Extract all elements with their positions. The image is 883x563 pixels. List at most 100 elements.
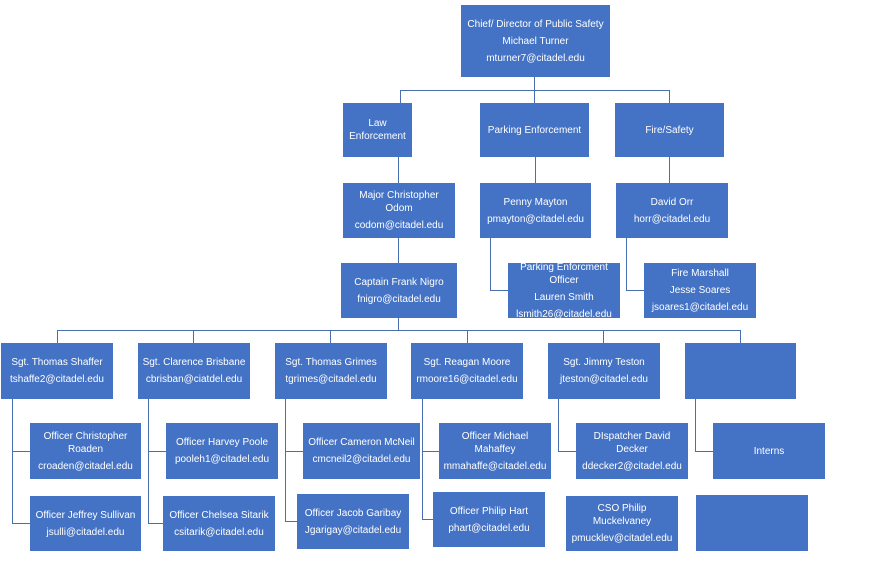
connector-line: [740, 330, 741, 343]
node-label: Officer Jeffrey Sullivan: [35, 509, 136, 521]
node-label: Officer Cameron McNeil: [308, 437, 415, 448]
node-email: rmoore16@citadel.edu: [416, 374, 518, 385]
connector-line: [398, 318, 399, 330]
node-email: pooleh1@citadel.edu: [174, 454, 270, 465]
org-node-muckelvaney[interactable]: CSO Philip Muckelvaney pmucklev@citadel.e…: [566, 496, 678, 551]
org-node-garibay[interactable]: Officer Jacob Garibay Jgarigay@citadel.ed…: [297, 494, 409, 549]
connector-line: [285, 521, 297, 522]
node-label: Sgt. Thomas Shaffer: [11, 357, 103, 368]
org-node-fire[interactable]: Fire/Safety: [615, 103, 724, 157]
connector-line: [534, 77, 535, 90]
connector-line: [422, 451, 439, 452]
node-label: Penny Mayton: [503, 196, 568, 208]
connector-line: [695, 399, 696, 451]
org-node-penny[interactable]: Penny Mayton pmayton@citadel.edu: [480, 183, 591, 238]
node-label: Officer Harvey Poole: [175, 437, 269, 448]
org-node-decker[interactable]: DIspatcher David Decker ddecker2@citadel.…: [576, 423, 688, 479]
node-email: jteston@citadel.edu: [560, 374, 648, 385]
connector-line: [558, 399, 559, 451]
org-node-grimes[interactable]: Sgt. Thomas Grimes tgrimes@citadel.edu: [275, 343, 387, 399]
connector-line: [57, 330, 58, 343]
connector-line: [400, 90, 401, 103]
connector-line: [490, 290, 508, 291]
org-node-sullivan[interactable]: Officer Jeffrey Sullivan jsulli@citadel.e…: [30, 496, 141, 551]
node-label: Officer Michael Mahaffey: [461, 430, 529, 455]
connector-line: [695, 451, 713, 452]
node-label: Officer Philip Hart: [449, 505, 529, 517]
connector-line: [148, 523, 163, 524]
connector-line: [422, 519, 433, 520]
node-email: cbrisban@ciatdel.edu: [145, 374, 243, 385]
node-email: cmcneil2@citadel.edu: [312, 454, 411, 465]
node-label: Michael Turner: [502, 35, 569, 47]
connector-line: [558, 451, 576, 452]
org-node-shaffer[interactable]: Sgt. Thomas Shaffer tshaffe2@citadel.edu: [1, 343, 113, 399]
connector-line: [626, 290, 644, 291]
org-node-marshall[interactable]: Fire Marshall Jesse Soares jsoares1@citade…: [644, 263, 756, 318]
org-node-teston[interactable]: Sgt. Jimmy Teston jteston@citadel.edu: [548, 343, 660, 399]
org-node-mcneil[interactable]: Officer Cameron McNeil cmcneil2@citadel.e…: [303, 423, 420, 479]
org-node-poole[interactable]: Officer Harvey Poole pooleh1@citadel.edu: [166, 423, 278, 479]
node-label: Chief/ Director of Public Safety: [467, 18, 604, 30]
org-node-mahaffey[interactable]: Officer Michael Mahaffey mmahaffe@citadel…: [439, 423, 551, 479]
node-label: Sgt. Clarence Brisbane: [142, 357, 246, 368]
org-node-sitarik[interactable]: Officer Chelsea Sitarik csitarik@citadel.…: [163, 496, 275, 551]
org-node-blank2[interactable]: [696, 495, 808, 551]
connector-line: [603, 330, 604, 343]
node-label: Sgt. Jimmy Teston: [563, 357, 645, 368]
org-node-pofficer[interactable]: Parking Enforcment Officer Lauren Smith ls…: [508, 261, 620, 320]
node-email: pmucklev@citadel.edu: [571, 533, 673, 544]
node-email: croaden@citadel.edu: [38, 460, 133, 472]
connector-line: [535, 157, 536, 183]
connector-line: [398, 157, 399, 183]
node-email: lsmith26@citadel.edu: [516, 308, 612, 320]
org-node-hart[interactable]: Officer Philip Hart phart@citadel.edu: [433, 492, 545, 547]
node-email: phart@citadel.edu: [448, 522, 530, 534]
connector-line: [669, 90, 670, 103]
org-node-parking[interactable]: Parking Enforcement: [480, 103, 589, 157]
node-label: Officer Jacob Garibay: [304, 507, 402, 519]
org-node-interns[interactable]: Interns: [713, 423, 825, 479]
node-label: DIspatcher David Decker: [593, 430, 671, 455]
connector-line: [285, 399, 286, 522]
node-email: tgrimes@citadel.edu: [285, 374, 377, 385]
org-node-blank1[interactable]: [685, 343, 796, 399]
node-email: Jgarigay@citadel.edu: [304, 524, 402, 536]
connector-line: [330, 330, 331, 343]
org-node-orr[interactable]: David Orr horr@citadel.edu: [616, 183, 728, 238]
org-node-law[interactable]: Law Enforcement: [343, 103, 412, 157]
node-label: Interns: [753, 445, 785, 457]
node-label: Parking Enforcment Officer: [520, 261, 608, 286]
connector-line: [285, 451, 303, 452]
node-label: Officer Chelsea Sitarik: [169, 509, 269, 521]
org-node-major[interactable]: Major Christopher Odom codom@citadel.edu: [343, 183, 455, 238]
node-email: jsulli@citadel.edu: [46, 526, 125, 538]
org-node-captain[interactable]: Captain Frank Nigro fnigro@citadel.edu: [341, 263, 457, 318]
connector-line: [534, 90, 535, 103]
org-node-roaden[interactable]: Officer Christopher Roaden croaden@citade…: [30, 423, 141, 479]
node-label: Jesse Soares: [669, 285, 731, 296]
node-label: CSO Philip Muckelvaney: [592, 503, 652, 527]
node-label: David Orr: [650, 196, 694, 208]
connector-line: [12, 399, 13, 524]
node-email: mturner7@citadel.edu: [486, 52, 585, 64]
node-label: Parking Enforcement: [487, 124, 582, 136]
connector-line: [148, 399, 149, 524]
connector-line: [193, 330, 194, 343]
connector-line: [148, 451, 166, 452]
node-label: Sgt. Reagan Moore: [423, 357, 511, 368]
node-label: Fire Marshall: [671, 268, 729, 279]
node-label: Fire/Safety: [645, 124, 694, 136]
connector-line: [467, 330, 468, 343]
node-email: fnigro@citadel.edu: [357, 293, 441, 305]
org-node-moore[interactable]: Sgt. Reagan Moore rmoore16@citadel.edu: [411, 343, 523, 399]
connector-line: [57, 330, 741, 331]
connector-line: [669, 157, 670, 183]
connector-line: [626, 238, 627, 290]
node-label: Sgt. Thomas Grimes: [285, 357, 377, 368]
org-node-chief[interactable]: Chief/ Director of Public Safety Michael …: [461, 5, 610, 77]
org-node-brisbane[interactable]: Sgt. Clarence Brisbane cbrisban@ciatdel.e…: [138, 343, 250, 399]
node-email: horr@citadel.edu: [633, 213, 711, 225]
node-label: Captain Frank Nigro: [354, 276, 444, 288]
connector-line: [422, 399, 423, 520]
